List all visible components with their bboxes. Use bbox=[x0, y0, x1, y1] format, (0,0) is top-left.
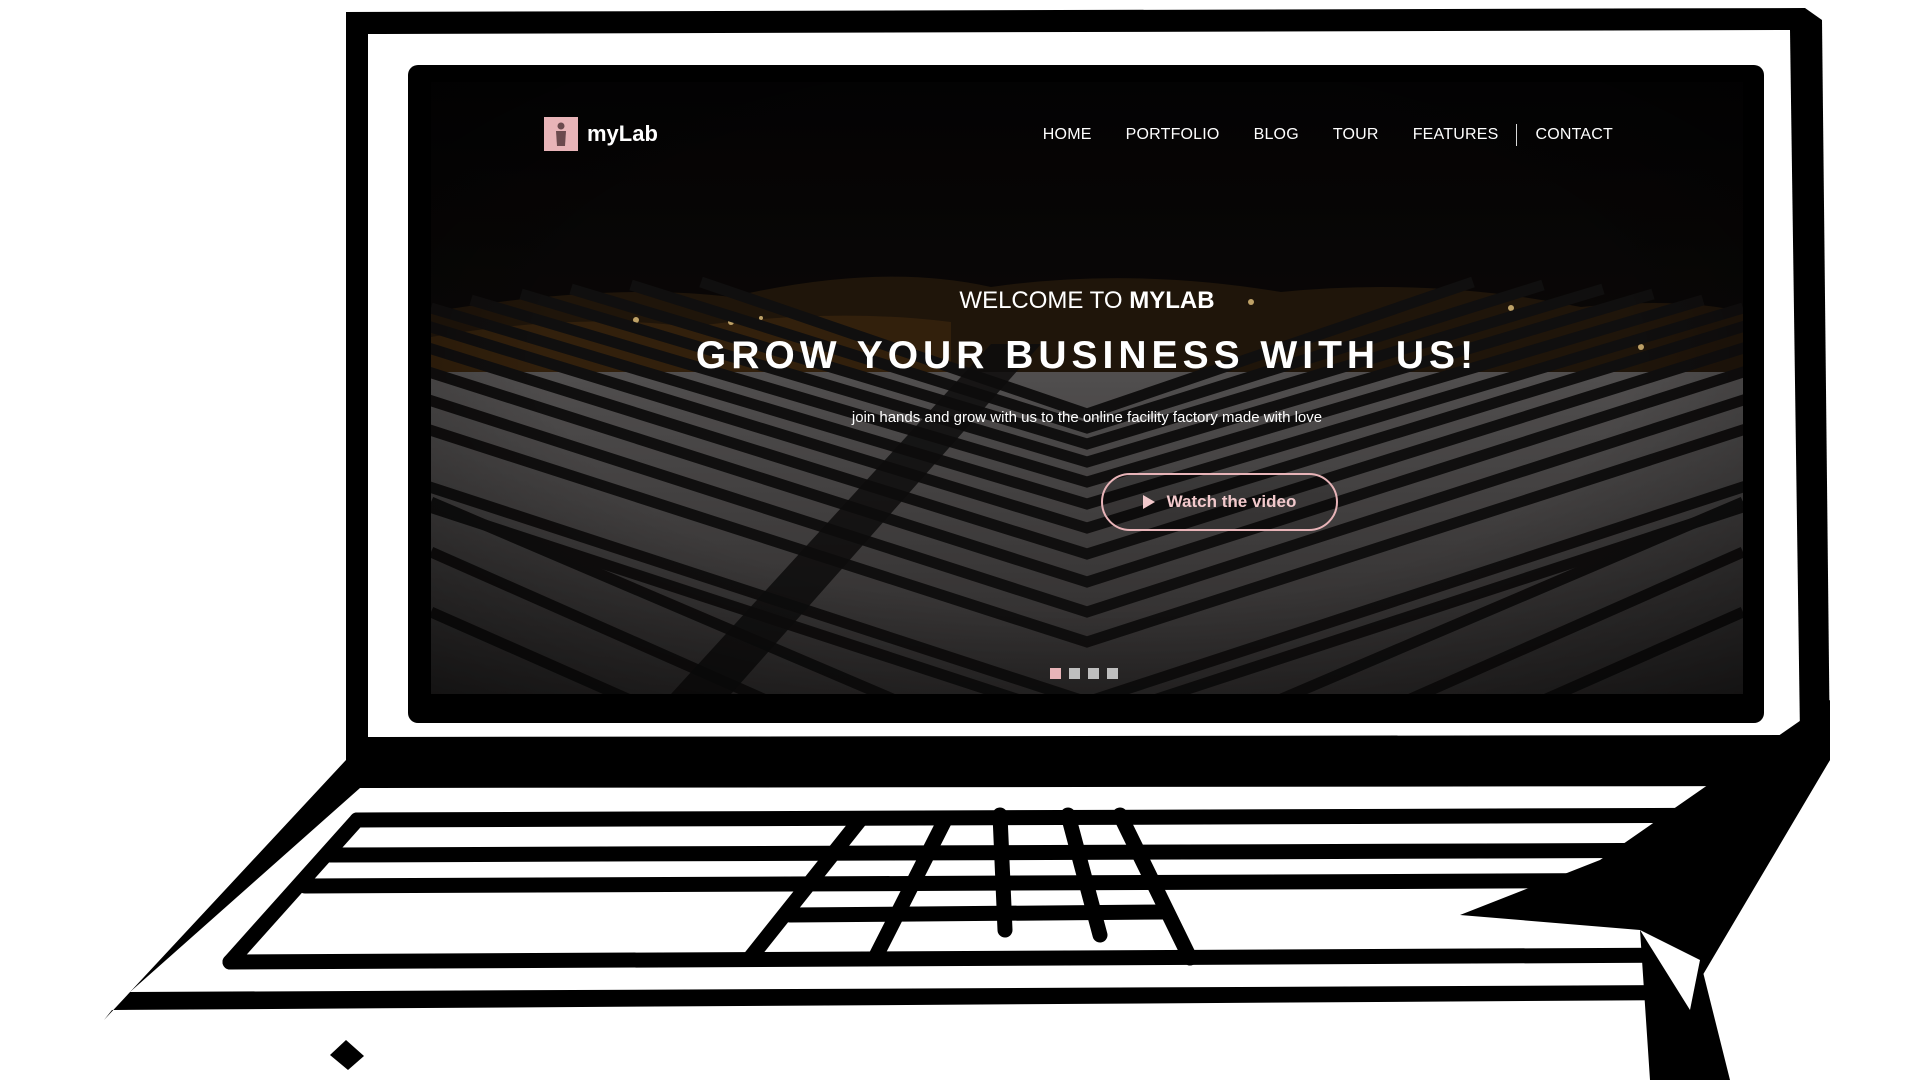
nav-home[interactable]: HOME bbox=[1043, 126, 1092, 144]
brand[interactable]: myLab bbox=[544, 117, 658, 151]
slider-dots bbox=[1050, 668, 1118, 679]
welcome-brand: MYLAB bbox=[1129, 287, 1215, 314]
welcome-prefix: WELCOME TO bbox=[959, 287, 1123, 314]
nav-blog[interactable]: BLOG bbox=[1254, 126, 1299, 144]
nav-tour[interactable]: TOUR bbox=[1333, 126, 1379, 144]
person-silhouette-icon bbox=[544, 117, 578, 151]
hero-headline: GROW YOUR BUSINESS WITH US! bbox=[695, 334, 1479, 377]
hero-welcome: WELCOME TO MYLAB bbox=[431, 287, 1743, 315]
nav-features[interactable]: FEATURES bbox=[1413, 126, 1499, 144]
nav-contact[interactable]: CONTACT bbox=[1535, 126, 1613, 144]
slide-dot-1[interactable] bbox=[1050, 668, 1061, 679]
play-icon bbox=[1142, 495, 1155, 509]
watch-video-button[interactable]: Watch the video bbox=[1101, 473, 1338, 531]
top-navbar: myLab HOME PORTFOLIO BLOG TOUR FEATURES … bbox=[431, 82, 1743, 182]
main-nav: HOME PORTFOLIO BLOG TOUR FEATURES CONTAC… bbox=[1043, 124, 1613, 146]
brand-name: myLab bbox=[587, 121, 658, 146]
hero-tagline: join hands and grow with us to the onlin… bbox=[851, 409, 1323, 426]
watch-video-label: Watch the video bbox=[1166, 492, 1297, 511]
slide-dot-2[interactable] bbox=[1069, 668, 1080, 679]
slide-dot-4[interactable] bbox=[1107, 668, 1118, 679]
slide-dot-3[interactable] bbox=[1088, 668, 1099, 679]
laptop-screen: myLab HOME PORTFOLIO BLOG TOUR FEATURES … bbox=[431, 82, 1743, 694]
nav-portfolio[interactable]: PORTFOLIO bbox=[1126, 126, 1220, 144]
nav-divider bbox=[1516, 124, 1518, 146]
